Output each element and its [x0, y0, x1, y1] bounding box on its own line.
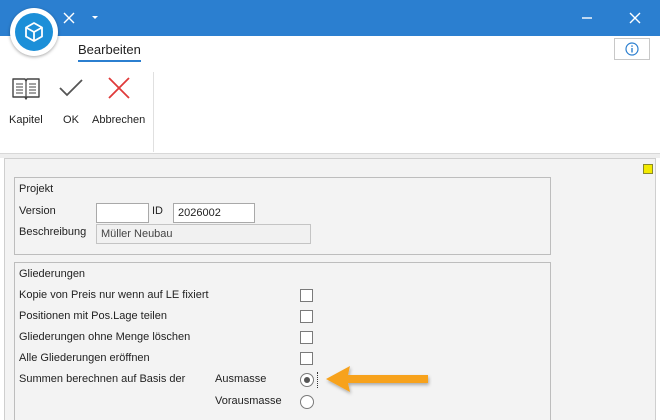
ausmasse-radio[interactable]	[300, 373, 314, 387]
id-label: ID	[152, 205, 163, 217]
kapitel-button[interactable]: Kapitel	[9, 74, 43, 126]
summen-label: Summen berechnen auf Basis der	[19, 373, 186, 385]
ok-button[interactable]: OK	[58, 74, 84, 126]
ok-label: OK	[63, 114, 79, 126]
positionen-teilen-checkbox[interactable]	[300, 310, 313, 323]
version-label: Version	[19, 205, 56, 217]
quick-access-close-icon[interactable]	[60, 0, 78, 36]
book-icon	[11, 74, 41, 102]
abbrechen-button[interactable]: Abbrechen	[92, 74, 145, 126]
quick-access-dropdown-icon[interactable]	[88, 0, 102, 36]
kapitel-label: Kapitel	[9, 114, 43, 126]
alle-eroeffnen-checkbox[interactable]	[300, 352, 313, 365]
gliederungen-group-title: Gliederungen	[19, 268, 86, 280]
version-field[interactable]	[96, 203, 149, 223]
id-field[interactable]: 2026002	[173, 203, 255, 223]
minimize-icon[interactable]	[572, 0, 602, 36]
ribbon: Kapitel OK Abbrechen	[0, 64, 660, 154]
abbrechen-label: Abbrechen	[92, 114, 146, 126]
checkmark-icon	[58, 74, 84, 102]
vorausmasse-label: Vorausmasse	[215, 395, 282, 407]
kopie-preis-checkbox[interactable]	[300, 289, 313, 302]
status-indicator	[643, 164, 653, 174]
cube-icon	[15, 13, 53, 51]
beschreibung-label: Beschreibung	[19, 226, 87, 238]
ohne-menge-loeschen-checkbox[interactable]	[300, 331, 313, 344]
focus-indicator	[317, 372, 318, 388]
option-label: Kopie von Preis nur wenn auf LE fixiert	[19, 289, 209, 301]
ribbon-separator	[153, 72, 154, 152]
option-label: Gliederungen ohne Menge löschen	[19, 331, 191, 343]
ausmasse-label: Ausmasse	[215, 373, 267, 385]
tab-bearbeiten[interactable]: Bearbeiten	[78, 42, 141, 62]
option-label: Alle Gliederungen eröffnen	[19, 352, 150, 364]
info-button[interactable]	[614, 38, 650, 60]
cancel-x-icon	[107, 74, 131, 102]
title-bar	[0, 0, 660, 36]
arrow-annotation-icon	[322, 362, 432, 401]
projekt-group-title: Projekt	[19, 183, 54, 195]
beschreibung-field[interactable]: Müller Neubau	[96, 224, 311, 244]
info-icon	[625, 42, 639, 56]
radio-selected-dot	[304, 377, 310, 383]
ribbon-tab-row: Bearbeiten	[0, 36, 660, 64]
vorausmasse-radio[interactable]	[300, 395, 314, 409]
close-icon[interactable]	[620, 0, 650, 36]
option-label: Positionen mit Pos.Lage teilen	[19, 310, 167, 322]
app-logo[interactable]	[10, 8, 58, 56]
